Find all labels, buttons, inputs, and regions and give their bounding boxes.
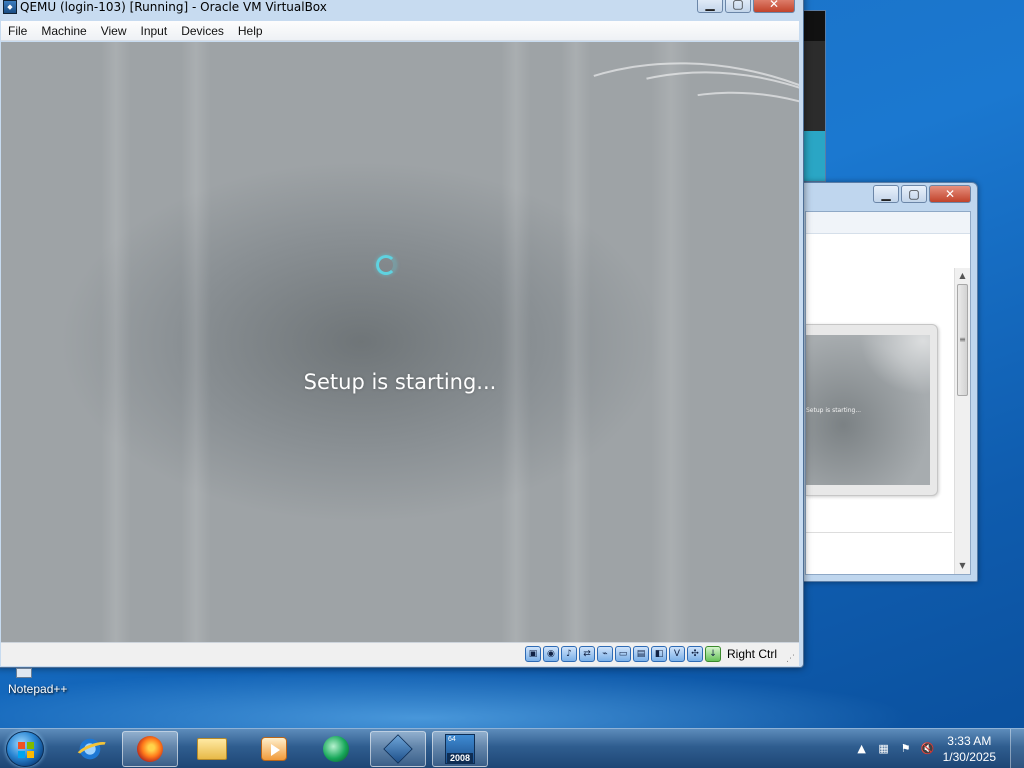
divider xyxy=(806,532,952,533)
setup-status-text: Setup is starting... xyxy=(303,370,497,394)
show-hidden-icons-icon[interactable]: ▲ xyxy=(855,742,869,756)
usb-icon[interactable]: ⌁ xyxy=(596,646,613,662)
qemu-badge-top: 64 xyxy=(448,736,456,743)
scroll-thumb[interactable]: ≡ xyxy=(957,284,968,396)
keyboard-capture-icon[interactable]: ↓ xyxy=(704,646,721,662)
virtualbox-vm-window[interactable]: ◆ QEMU (login-103) [Running] - Oracle VM… xyxy=(0,0,804,668)
shared-folders-icon[interactable]: ▭ xyxy=(614,646,631,662)
close-button[interactable]: ✕ xyxy=(929,185,971,203)
clock[interactable]: 3:33 AM 1/30/2025 xyxy=(943,733,996,765)
action-center-flag-icon[interactable]: ⚑ xyxy=(899,742,913,756)
close-button[interactable]: ✕ xyxy=(753,0,795,13)
vm-window-title: QEMU (login-103) [Running] - Oracle VM V… xyxy=(20,0,327,14)
vm-titlebar[interactable]: ◆ QEMU (login-103) [Running] - Oracle VM… xyxy=(0,0,803,19)
screen-streak xyxy=(181,42,211,642)
vm-status-icons: ▣ ◉ ♪ ⇄ ⌁ ▭ ▤ ◧ V ✣ ↓ Right Ctrl xyxy=(524,646,777,662)
virtualbox-icon[interactable]: ◆ xyxy=(3,0,17,14)
taskbar-windows-media-player[interactable] xyxy=(308,731,364,767)
menu-input[interactable]: Input xyxy=(134,24,175,38)
qemu-2008-icon: 64 2008 xyxy=(445,734,475,764)
menu-devices[interactable]: Devices xyxy=(174,24,231,38)
vm-preview-frame[interactable]: Setup is starting... xyxy=(806,324,938,496)
strip-gray xyxy=(801,41,825,131)
taskbar-firefox[interactable] xyxy=(122,731,178,767)
background-window[interactable]: ▁ ▢ ✕ Setup is starting... ▲ ≡ ▼ xyxy=(796,182,978,582)
background-window-menubar xyxy=(806,212,970,234)
resize-grip-icon[interactable]: ⋰ xyxy=(786,654,795,664)
hard-disk-icon[interactable]: ▣ xyxy=(524,646,541,662)
taskbar-media-center[interactable] xyxy=(246,731,302,767)
taskbar-qemu[interactable]: 64 2008 xyxy=(432,731,488,767)
firefox-icon xyxy=(137,736,163,762)
volume-muted-icon[interactable]: 🔇 xyxy=(921,742,935,756)
virtualbox-icon xyxy=(383,734,413,764)
background-window-controls: ▁ ▢ ✕ xyxy=(873,185,971,203)
media-player-icon xyxy=(261,737,287,761)
network-tray-icon[interactable]: ▦ xyxy=(877,742,891,756)
vm-statusbar: ▣ ◉ ♪ ⇄ ⌁ ▭ ▤ ◧ V ✣ ↓ Right Ctrl ⋰ xyxy=(1,642,799,666)
vm-guest-screen[interactable]: Setup is starting... xyxy=(1,42,799,642)
desktop-icon-label[interactable]: Notepad++ xyxy=(8,682,67,696)
menu-help[interactable]: Help xyxy=(231,24,270,38)
scroll-up-arrow-icon[interactable]: ▲ xyxy=(955,268,970,284)
internet-explorer-icon xyxy=(77,736,103,762)
scroll-down-arrow-icon[interactable]: ▼ xyxy=(955,558,970,574)
minimize-button[interactable]: ▁ xyxy=(697,0,723,13)
taskbar-virtualbox[interactable] xyxy=(370,731,426,767)
audio-icon[interactable]: ♪ xyxy=(560,646,577,662)
vm-preview-text: Setup is starting... xyxy=(806,407,862,414)
show-desktop-button[interactable] xyxy=(1010,729,1024,768)
minimize-button[interactable]: ▁ xyxy=(873,185,899,203)
loading-spinner-icon xyxy=(376,255,396,275)
host-key-label: Right Ctrl xyxy=(726,647,777,661)
windows-media-player-icon xyxy=(323,736,349,762)
maximize-button[interactable]: ▢ xyxy=(725,0,751,13)
menu-file[interactable]: File xyxy=(1,24,34,38)
display-icon[interactable]: ▤ xyxy=(632,646,649,662)
menu-view[interactable]: View xyxy=(94,24,134,38)
network-icon[interactable]: ⇄ xyxy=(578,646,595,662)
vm-window-controls: ▁ ▢ ✕ xyxy=(697,0,795,13)
clock-time: 3:33 AM xyxy=(947,734,992,748)
notepad-plus-plus-icon[interactable] xyxy=(16,668,32,678)
video-capture-icon[interactable]: ◧ xyxy=(650,646,667,662)
system-tray: ▲ ▦ ⚑ 🔇 3:33 AM 1/30/2025 xyxy=(855,729,1024,768)
screen-streak xyxy=(101,42,131,642)
vm-preview-thumbnail: Setup is starting... xyxy=(806,335,930,485)
vertical-scrollbar[interactable]: ▲ ≡ ▼ xyxy=(954,268,970,574)
maximize-button[interactable]: ▢ xyxy=(901,185,927,203)
start-button[interactable] xyxy=(6,731,44,767)
virtualization-icon[interactable]: V xyxy=(668,646,685,662)
strip-teal xyxy=(801,131,825,181)
qemu-badge-bottom: 2008 xyxy=(447,753,473,763)
folder-icon xyxy=(197,738,227,760)
optical-drive-icon[interactable]: ◉ xyxy=(542,646,559,662)
vm-menubar: File Machine View Input Devices Help xyxy=(1,21,799,41)
background-window-client: Setup is starting... ▲ ≡ ▼ xyxy=(805,211,971,575)
clock-date: 1/30/2025 xyxy=(942,750,996,764)
taskbar-windows-explorer[interactable] xyxy=(184,731,240,767)
taskbar: 64 2008 ▲ ▦ ⚑ 🔇 3:33 AM 1/30/2025 xyxy=(0,728,1024,768)
taskbar-internet-explorer[interactable] xyxy=(62,731,118,767)
menu-machine[interactable]: Machine xyxy=(34,24,93,38)
mouse-integration-icon[interactable]: ✣ xyxy=(686,646,703,662)
